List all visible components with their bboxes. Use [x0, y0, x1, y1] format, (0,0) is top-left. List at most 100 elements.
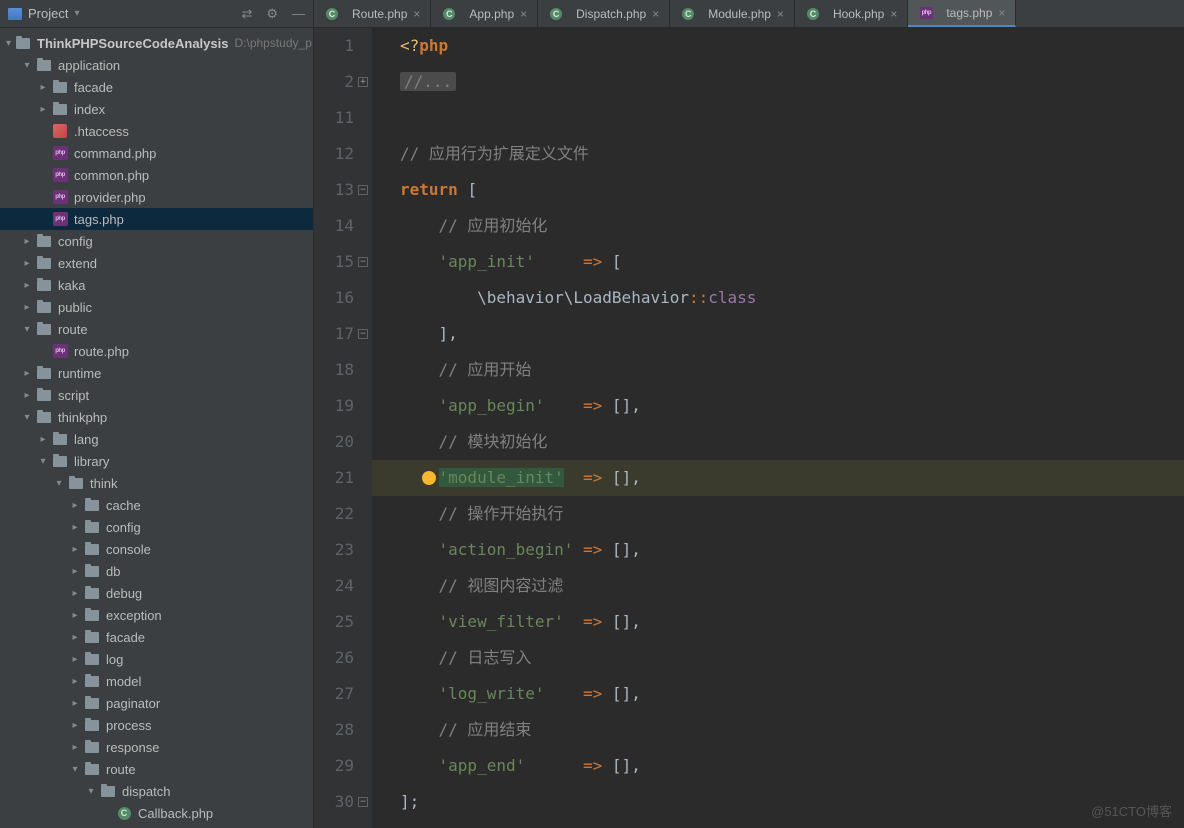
chevron-right-icon[interactable]: ▸: [38, 104, 48, 115]
code-line[interactable]: // 应用行为扩展定义文件: [400, 136, 1184, 172]
close-icon[interactable]: ×: [520, 7, 527, 21]
editor-tab[interactable]: Dispatch.php×: [538, 0, 670, 27]
close-icon[interactable]: ×: [777, 7, 784, 21]
gutter-line[interactable]: 16: [314, 280, 354, 316]
tree-item[interactable]: ▸lang: [0, 428, 313, 450]
chevron-right-icon[interactable]: ▸: [70, 544, 80, 555]
code-line[interactable]: [400, 100, 1184, 136]
code-line[interactable]: \behavior\LoadBehavior::class: [400, 280, 1184, 316]
gutter[interactable]: 12+111213−1415−1617−18192021222324252627…: [314, 28, 372, 828]
chevron-right-icon[interactable]: ▸: [38, 82, 48, 93]
chevron-right-icon[interactable]: ▸: [70, 698, 80, 709]
bulb-icon[interactable]: [422, 471, 436, 485]
chevron-down-icon[interactable]: ▾: [6, 38, 11, 49]
tree-item[interactable]: ▸facade: [0, 76, 313, 98]
gutter-line[interactable]: 14: [314, 208, 354, 244]
code-line[interactable]: return [: [400, 172, 1184, 208]
tree-item[interactable]: ▸log: [0, 648, 313, 670]
tree-item[interactable]: ▸public: [0, 296, 313, 318]
code-line[interactable]: // 模块初始化: [400, 424, 1184, 460]
code-line[interactable]: // 应用初始化: [400, 208, 1184, 244]
code-line[interactable]: <?php: [400, 28, 1184, 64]
chevron-right-icon[interactable]: ▸: [22, 302, 32, 313]
gutter-line[interactable]: 24: [314, 568, 354, 604]
chevron-right-icon[interactable]: ▸: [70, 522, 80, 533]
project-tree[interactable]: ▾ThinkPHPSourceCodeAnalysisD:\phpstudy_p…: [0, 28, 313, 828]
code-line[interactable]: // 视图内容过滤: [400, 568, 1184, 604]
gutter-line[interactable]: 23: [314, 532, 354, 568]
gutter-line[interactable]: 30−: [314, 784, 354, 820]
chevron-right-icon[interactable]: ▸: [70, 610, 80, 621]
code-line[interactable]: // 应用结束: [400, 712, 1184, 748]
gutter-line[interactable]: 27: [314, 676, 354, 712]
fold-icon[interactable]: +: [358, 77, 368, 87]
code-line[interactable]: 'app_begin' => [],: [400, 388, 1184, 424]
chevron-right-icon[interactable]: ▸: [70, 632, 80, 643]
tree-item[interactable]: Callback.php: [0, 802, 313, 824]
chevron-down-icon[interactable]: ▾: [22, 324, 32, 335]
code-line[interactable]: 'log_write' => [],: [400, 676, 1184, 712]
code-line[interactable]: //...: [400, 64, 1184, 100]
code-line[interactable]: 'app_init' => [: [400, 244, 1184, 280]
tree-item[interactable]: tags.php: [0, 208, 313, 230]
autoscroll-icon[interactable]: ⇄: [241, 6, 252, 22]
gutter-line[interactable]: 20: [314, 424, 354, 460]
chevron-right-icon[interactable]: ▸: [38, 434, 48, 445]
tree-item[interactable]: ▸cache: [0, 494, 313, 516]
tree-item[interactable]: ▸model: [0, 670, 313, 692]
tree-item[interactable]: ▸script: [0, 384, 313, 406]
tree-item[interactable]: ▾thinkphp: [0, 406, 313, 428]
gear-icon[interactable]: ⚙: [266, 6, 278, 22]
tree-item[interactable]: ▸runtime: [0, 362, 313, 384]
tree-item[interactable]: ▸exception: [0, 604, 313, 626]
chevron-down-icon[interactable]: ▾: [86, 786, 96, 797]
gutter-line[interactable]: 29: [314, 748, 354, 784]
chevron-down-icon[interactable]: ▾: [38, 456, 48, 467]
chevron-right-icon[interactable]: ▸: [22, 368, 32, 379]
gutter-line[interactable]: 15−: [314, 244, 354, 280]
code-editor[interactable]: 12+111213−1415−1617−18192021222324252627…: [314, 28, 1184, 828]
chevron-right-icon[interactable]: ▸: [70, 720, 80, 731]
gutter-line[interactable]: 18: [314, 352, 354, 388]
fold-icon[interactable]: −: [358, 797, 368, 807]
chevron-right-icon[interactable]: ▸: [70, 588, 80, 599]
tree-item[interactable]: ▸debug: [0, 582, 313, 604]
tree-item[interactable]: ▸extend: [0, 252, 313, 274]
chevron-right-icon[interactable]: ▸: [22, 258, 32, 269]
tree-item[interactable]: command.php: [0, 142, 313, 164]
close-icon[interactable]: ×: [652, 7, 659, 21]
gutter-line[interactable]: 21: [314, 460, 354, 496]
tree-item[interactable]: ▸console: [0, 538, 313, 560]
chevron-right-icon[interactable]: ▸: [70, 654, 80, 665]
code-line[interactable]: 'view_filter' => [],: [400, 604, 1184, 640]
code-line[interactable]: // 日志写入: [400, 640, 1184, 676]
tree-item[interactable]: provider.php: [0, 186, 313, 208]
gutter-line[interactable]: 11: [314, 100, 354, 136]
fold-icon[interactable]: −: [358, 329, 368, 339]
editor-tab[interactable]: Route.php×: [314, 0, 431, 27]
close-icon[interactable]: ×: [413, 7, 420, 21]
tree-root[interactable]: ▾ThinkPHPSourceCodeAnalysisD:\phpstudy_p: [0, 32, 313, 54]
close-icon[interactable]: ×: [890, 7, 897, 21]
tree-item[interactable]: ▸config: [0, 516, 313, 538]
close-icon[interactable]: ×: [998, 6, 1005, 20]
chevron-down-icon[interactable]: ▾: [70, 764, 80, 775]
chevron-right-icon[interactable]: ▸: [22, 280, 32, 291]
tree-item[interactable]: ▾application: [0, 54, 313, 76]
code-line[interactable]: // 操作开始执行: [400, 496, 1184, 532]
sidebar-dropdown-icon[interactable]: ▾: [74, 8, 79, 19]
tree-item[interactable]: ▸process: [0, 714, 313, 736]
chevron-right-icon[interactable]: ▸: [22, 390, 32, 401]
tree-item[interactable]: ▸response: [0, 736, 313, 758]
chevron-down-icon[interactable]: ▾: [22, 412, 32, 423]
chevron-down-icon[interactable]: ▾: [54, 478, 64, 489]
gutter-line[interactable]: 19: [314, 388, 354, 424]
gutter-line[interactable]: 26: [314, 640, 354, 676]
gutter-line[interactable]: 22: [314, 496, 354, 532]
gutter-line[interactable]: 28: [314, 712, 354, 748]
tree-item[interactable]: ▸paginator: [0, 692, 313, 714]
tree-item[interactable]: ▸kaka: [0, 274, 313, 296]
chevron-right-icon[interactable]: ▸: [70, 742, 80, 753]
gutter-line[interactable]: 25: [314, 604, 354, 640]
code-line[interactable]: ];: [400, 784, 1184, 820]
